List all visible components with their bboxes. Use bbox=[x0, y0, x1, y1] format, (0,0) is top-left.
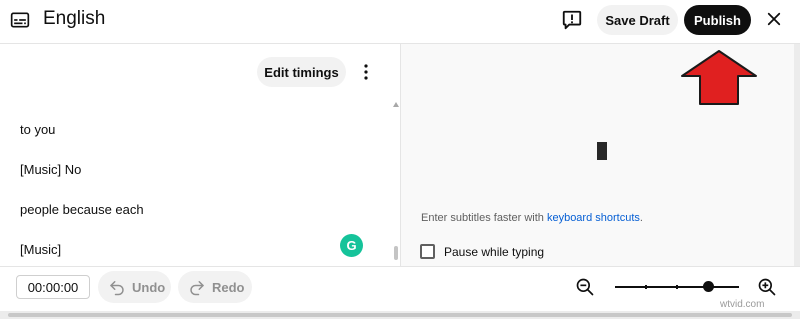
caption-line[interactable]: [Music] No bbox=[20, 162, 81, 177]
more-options-icon[interactable] bbox=[356, 62, 376, 82]
subtitles-icon bbox=[10, 12, 30, 28]
editor-header: English Save Draft Publish bbox=[0, 0, 800, 42]
hint-text: Enter subtitles faster with bbox=[421, 212, 547, 224]
pause-while-typing-label: Pause while typing bbox=[444, 245, 545, 259]
horizontal-scrollbar-thumb[interactable] bbox=[8, 313, 792, 317]
red-up-arrow-icon bbox=[681, 50, 757, 105]
caption-line[interactable]: people because each bbox=[20, 202, 144, 217]
undo-button[interactable]: Undo bbox=[98, 271, 171, 303]
caption-line[interactable]: [Music] bbox=[20, 242, 61, 257]
language-title: English bbox=[43, 8, 106, 29]
pause-while-typing-checkbox[interactable] bbox=[420, 244, 435, 259]
hint-suffix: . bbox=[639, 212, 643, 224]
zoom-out-icon[interactable] bbox=[575, 277, 595, 297]
zoom-slider-tick bbox=[676, 285, 678, 289]
caption-line[interactable]: to you bbox=[20, 122, 55, 137]
keyboard-shortcuts-link[interactable]: keyboard shortcuts bbox=[547, 212, 640, 224]
watermark: wtvid.com bbox=[720, 299, 765, 310]
publish-button[interactable]: Publish bbox=[684, 5, 751, 35]
bottom-toolbar: 00:00:00 Undo Redo bbox=[0, 267, 800, 307]
redo-label: Redo bbox=[212, 279, 245, 295]
feedback-icon[interactable] bbox=[561, 9, 583, 31]
zoom-slider-thumb[interactable] bbox=[702, 281, 714, 292]
save-draft-button[interactable]: Save Draft bbox=[597, 5, 678, 35]
grammarly-icon[interactable]: G bbox=[340, 234, 363, 257]
close-icon[interactable] bbox=[765, 10, 783, 28]
editor-scrollbar-thumb[interactable] bbox=[394, 246, 398, 260]
caption-editor-pane: Edit timings to you [Music] No people be… bbox=[0, 44, 400, 266]
undo-label: Undo bbox=[132, 279, 166, 295]
timecode-input[interactable]: 00:00:00 bbox=[16, 275, 90, 299]
edit-timings-button[interactable]: Edit timings bbox=[257, 57, 346, 87]
zoom-slider-tick bbox=[645, 285, 647, 289]
redo-button[interactable]: Redo bbox=[178, 271, 252, 303]
redo-icon bbox=[190, 281, 204, 296]
zoom-in-icon[interactable] bbox=[757, 277, 777, 297]
preview-scrollbar[interactable] bbox=[794, 44, 800, 266]
undo-icon bbox=[110, 281, 124, 296]
scroll-up-arrow-icon[interactable] bbox=[392, 101, 400, 109]
shortcut-hint: Enter subtitles faster with keyboard sho… bbox=[421, 212, 643, 224]
text-cursor bbox=[597, 142, 607, 160]
